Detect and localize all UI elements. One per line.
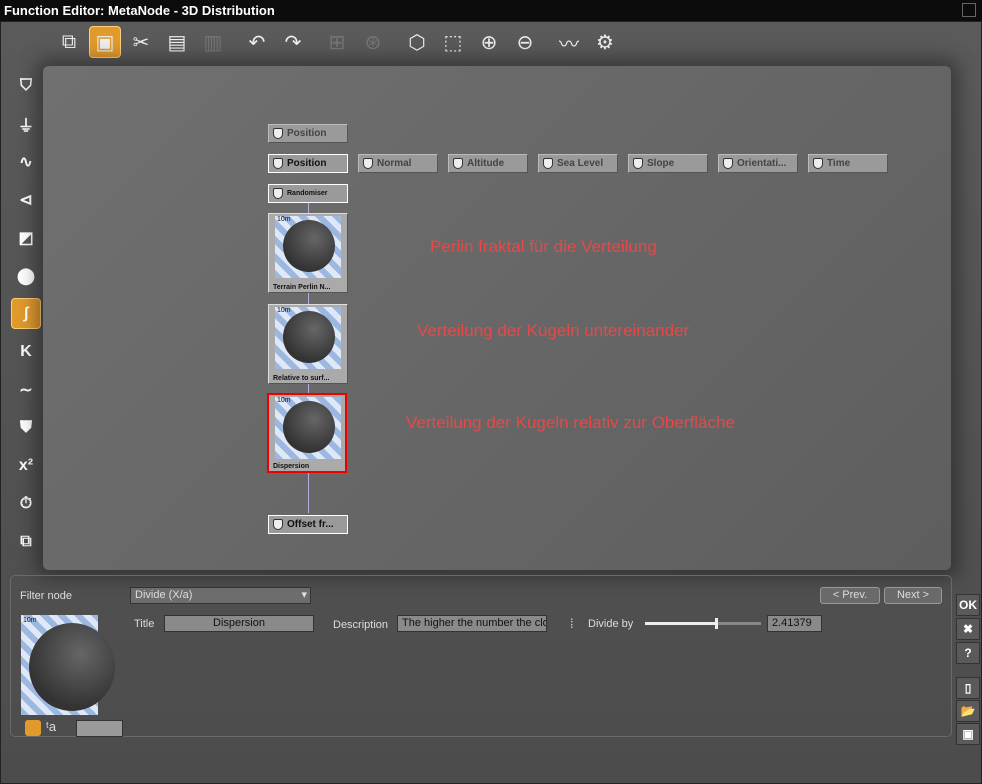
annotation-1: Perlin fraktal für die Verteilung <box>430 237 657 256</box>
close-window-button[interactable] <box>962 3 976 17</box>
preview-node[interactable]: 10m Relative to surf... <box>268 304 348 384</box>
divide-by-input[interactable]: 2.41379 <box>767 615 822 632</box>
node-type-select[interactable]: Divide (X/a) ▾ <box>130 587 311 604</box>
toolbar: ⧉ ▣ ✂ ▤ ▥ ↶ ↷ ⊞ ⊛ ⬡ ⬚ ⊕ ⊖ 〰 ⚙ <box>53 26 621 62</box>
constant-node-icon[interactable]: K <box>11 336 41 367</box>
input-node-position-top[interactable]: Position <box>268 124 348 143</box>
node-palette: ⛉ ⏚ ∿ ⊲ ◩ ⬤ ʃ K ∼ ⛊ x² ⏱ ⧉ <box>11 70 41 557</box>
title-bar: Function Editor: MetaNode - 3D Distribut… <box>0 0 982 21</box>
math-node-icon[interactable]: x² <box>11 450 41 481</box>
text-mode-icon[interactable]: ᵗa <box>46 719 56 734</box>
input-node[interactable]: Altitude <box>448 154 528 173</box>
preview-node[interactable]: 10m Dispersion <box>267 393 347 473</box>
input-icon <box>273 128 283 139</box>
paste-icon[interactable]: ▥ <box>197 26 229 58</box>
input-icon <box>633 158 643 169</box>
input-icon <box>363 158 373 169</box>
preview-node[interactable]: 10m Terrain Perlin N... <box>268 213 348 293</box>
combiner-node-icon[interactable]: ⊲ <box>11 184 41 215</box>
input-node[interactable]: Normal <box>358 154 438 173</box>
output-icon <box>273 519 283 530</box>
preview-icon[interactable]: ▣ <box>89 26 121 58</box>
group-icon[interactable]: ⊞ <box>321 26 353 58</box>
cancel-button[interactable]: ✖ <box>956 618 980 640</box>
settings-icon[interactable]: ⚙ <box>589 26 621 58</box>
description-label: Description <box>333 619 389 631</box>
zoom-region-icon[interactable]: ⬚ <box>437 26 469 58</box>
input-node[interactable]: Position <box>268 154 348 173</box>
input-icon <box>813 158 823 169</box>
divide-by-label: Divide by <box>588 618 634 630</box>
next-button[interactable]: Next > <box>884 587 942 604</box>
annotation-3: Verteilung der Kugeln relativ zur Oberfl… <box>406 413 735 432</box>
preview-field[interactable] <box>76 720 123 737</box>
input-node-icon[interactable]: ⛉ <box>11 70 41 101</box>
curve-icon[interactable]: 〰 <box>553 26 585 58</box>
redo-icon[interactable]: ↷ <box>277 26 309 58</box>
description-input[interactable]: The higher the number the clo <box>397 615 547 632</box>
node-preview: 10m <box>21 615 115 715</box>
input-node[interactable]: Sea Level <box>538 154 618 173</box>
prev-button[interactable]: < Prev. <box>820 587 880 604</box>
zoom-object-icon[interactable]: ⬡ <box>401 26 433 58</box>
panel-label: Filter node <box>18 590 74 602</box>
save-icon[interactable]: ▣ <box>956 723 980 745</box>
window-title: Function Editor: MetaNode - 3D Distribut… <box>4 3 275 18</box>
color-node-icon[interactable]: ◩ <box>11 222 41 253</box>
timer-node-icon[interactable]: ⏱ <box>11 488 41 519</box>
input-node[interactable]: Slope <box>628 154 708 173</box>
new-file-icon[interactable]: ▯ <box>956 677 980 699</box>
output-node-icon[interactable]: ⏚ <box>11 108 41 139</box>
input-icon <box>543 158 553 169</box>
copy-icon[interactable]: ▤ <box>161 26 193 58</box>
filter-node-icon[interactable]: ʃ <box>11 298 41 329</box>
cut-icon[interactable]: ✂ <box>125 26 157 58</box>
help-button[interactable]: ? <box>956 642 980 664</box>
open-folder-icon[interactable]: 📂 <box>956 700 980 722</box>
randomiser-icon <box>273 188 283 199</box>
graph-canvas[interactable]: Position Position Normal Altitude Sea Level… <box>43 66 951 570</box>
title-label: Title <box>134 618 155 630</box>
input-node[interactable]: Orientati... <box>718 154 798 173</box>
texture-node-icon[interactable]: ⬤ <box>11 260 41 291</box>
output-node-offset[interactable]: Offset fr... <box>268 515 348 534</box>
zoom-out-icon[interactable]: ⊖ <box>509 26 541 58</box>
randomiser-node[interactable]: Randomiser <box>268 184 348 203</box>
input-node[interactable]: Time <box>808 154 888 173</box>
input-icon <box>453 158 463 169</box>
ok-button[interactable]: OK <box>956 594 980 616</box>
ungroup-icon[interactable]: ⊛ <box>357 26 389 58</box>
undo-icon[interactable]: ↶ <box>241 26 273 58</box>
title-input[interactable]: Dispersion <box>164 615 314 632</box>
chevron-down-icon: ▾ <box>301 589 307 601</box>
group-node-icon[interactable]: ⧉ <box>11 526 41 557</box>
divide-by-slider[interactable] <box>645 618 761 629</box>
curve-node-icon[interactable]: ∼ <box>11 374 41 405</box>
noise-node-icon[interactable]: ∿ <box>11 146 41 177</box>
converter-node-icon[interactable]: ⛊ <box>11 412 41 443</box>
annotation-2: Verteilung der Kugeln untereinander <box>417 321 690 340</box>
graph-icon[interactable]: ⧉ <box>53 26 85 58</box>
parameter-icon: ⁞ <box>570 616 574 631</box>
input-icon <box>273 158 283 169</box>
zoom-in-icon[interactable]: ⊕ <box>473 26 505 58</box>
input-icon <box>723 158 733 169</box>
preview-toggle-icon[interactable] <box>25 720 41 736</box>
